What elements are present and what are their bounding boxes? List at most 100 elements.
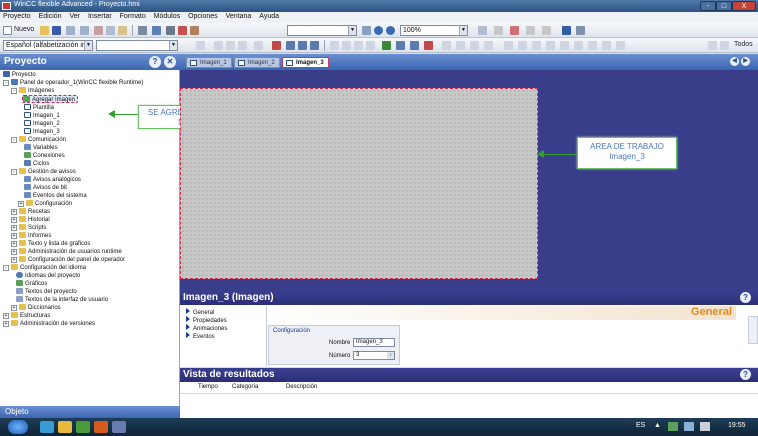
spin-arrows-icon[interactable]: ↕ — [387, 352, 394, 359]
tree-item-config-idioma[interactable]: - Configuración del idioma — [3, 264, 86, 272]
column-tiempo[interactable]: Tiempo — [198, 384, 218, 390]
same-size-icon[interactable] — [484, 41, 493, 50]
help-icon[interactable]: ? — [740, 292, 751, 303]
new-icon[interactable] — [3, 26, 12, 35]
distribute-icon[interactable] — [456, 41, 465, 50]
category-animaciones[interactable]: Animaciones — [186, 324, 227, 332]
tree-item-textos-proyecto[interactable]: Textos del proyecto — [16, 288, 77, 296]
strikethrough-icon[interactable] — [254, 41, 263, 50]
tree-item-root[interactable]: Proyecto — [3, 71, 36, 79]
name-field[interactable]: Imagen_3 — [353, 338, 395, 347]
network-icon[interactable] — [684, 422, 694, 431]
language-indicator[interactable]: ES — [636, 422, 645, 429]
taskbar-folder-icon[interactable] — [58, 421, 72, 433]
expand-icon[interactable]: + — [3, 321, 9, 327]
layer-icon[interactable] — [478, 26, 487, 35]
tree-item-imagenes[interactable]: - Imágenes — [11, 87, 54, 95]
help-icon[interactable]: ? — [740, 369, 751, 380]
whats-this-icon[interactable] — [576, 26, 585, 35]
tab-imagen-2[interactable]: Imagen_2 — [234, 57, 280, 68]
tree-item-texto-graficos[interactable]: + Texto y lista de gráficos — [11, 240, 90, 248]
copy-icon[interactable] — [106, 26, 115, 35]
new-button[interactable]: Nuevo — [14, 25, 34, 35]
collapse-icon[interactable]: - — [11, 88, 17, 94]
number-stepper[interactable]: 3 ↕ — [353, 351, 395, 360]
grid-icon[interactable] — [574, 41, 583, 50]
collapse-icon[interactable]: - — [3, 265, 9, 271]
tree-item-recetas[interactable]: + Recetas — [11, 208, 50, 216]
tree-item-scripts[interactable]: + Scripts — [11, 224, 46, 232]
taskbar-app-icon[interactable] — [94, 421, 108, 433]
language-combo[interactable]: Español (alfabetización in... ▼ — [3, 40, 93, 51]
fill-color-icon[interactable] — [510, 26, 519, 35]
tree-item-configuracion[interactable]: + Configuración — [18, 200, 72, 208]
zoom-fit-icon[interactable] — [362, 26, 371, 35]
undo-icon[interactable] — [66, 26, 75, 35]
save-icon[interactable] — [52, 26, 61, 35]
tree-item-operator-panel[interactable]: - Panel de operador_1(WinCC flexible Runt… — [3, 79, 143, 87]
pen-icon[interactable] — [494, 26, 503, 35]
taskbar-wincc-icon[interactable] — [112, 421, 126, 433]
tree-item-imagen-1[interactable]: Imagen_1 — [24, 112, 60, 120]
tree-item-idiomas-proyecto[interactable]: Idiomas del proyecto — [16, 272, 80, 280]
ungroup-icon[interactable] — [342, 41, 351, 50]
line-style-icon[interactable] — [526, 26, 535, 35]
tree-item-config-panel[interactable]: + Configuración del panel de operador — [11, 256, 125, 264]
align-center-icon[interactable] — [286, 41, 295, 50]
menu-proyecto[interactable]: Proyecto — [0, 12, 34, 20]
zoom-in-icon[interactable] — [374, 26, 383, 35]
tree-item-conexiones[interactable]: Conexiones — [24, 152, 65, 160]
group-icon[interactable] — [330, 41, 339, 50]
menu-opciones[interactable]: Opciones — [185, 12, 221, 20]
expand-icon[interactable]: + — [11, 217, 17, 223]
taskbar-app-icon[interactable] — [40, 421, 54, 433]
frame-icon[interactable] — [602, 41, 611, 50]
close-button[interactable]: X — [732, 1, 756, 11]
font-size-icon[interactable] — [196, 41, 205, 50]
help-icon[interactable]: ? — [149, 56, 161, 68]
collapse-icon[interactable]: - — [11, 137, 17, 143]
todos-label[interactable]: Todos — [734, 40, 753, 50]
column-descripcion[interactable]: Descripción — [286, 384, 317, 390]
runtime-icon[interactable] — [178, 26, 187, 35]
maximize-button[interactable]: □ — [716, 1, 732, 11]
font-combo[interactable]: ▼ — [287, 25, 357, 36]
expand-icon[interactable]: + — [11, 305, 17, 311]
menu-ver[interactable]: Ver — [67, 12, 84, 20]
expand-icon[interactable]: + — [11, 257, 17, 263]
align-bottom-icon[interactable] — [532, 41, 541, 50]
expand-icon[interactable]: + — [3, 313, 9, 319]
tray-arrow-icon[interactable]: ▲ — [654, 422, 661, 429]
tree-item-imagen-3[interactable]: Imagen_3 — [24, 128, 60, 136]
flag-icon[interactable] — [668, 422, 678, 431]
italic-icon[interactable] — [226, 41, 235, 50]
underline-icon[interactable] — [238, 41, 247, 50]
tree-item-avisos-bit[interactable]: Avisos de bit — [24, 184, 67, 192]
tab-imagen-3[interactable]: Imagen_3 — [282, 57, 329, 68]
cut-icon[interactable] — [94, 26, 103, 35]
justify-icon[interactable] — [310, 41, 319, 50]
tree-item-comunicacion[interactable]: - Comunicación — [11, 136, 66, 144]
expand-icon[interactable]: + — [18, 201, 24, 207]
library-icon[interactable] — [410, 41, 419, 50]
category-propiedades[interactable]: Propiedades — [186, 316, 227, 324]
expand-icon[interactable]: + — [11, 241, 17, 247]
border-icon[interactable] — [616, 41, 625, 50]
column-categoria[interactable]: Categoría — [232, 384, 258, 390]
tree-item-eventos-sistema[interactable]: Eventos del sistema — [24, 192, 87, 200]
check-icon[interactable] — [382, 41, 391, 50]
expand-icon[interactable]: + — [11, 209, 17, 215]
scroll-right-icon[interactable]: ▶ — [741, 57, 750, 66]
bold-icon[interactable] — [214, 41, 223, 50]
menu-ayuda[interactable]: Ayuda — [256, 12, 282, 20]
volume-icon[interactable] — [700, 422, 710, 431]
redo-icon[interactable] — [80, 26, 89, 35]
help-icon[interactable] — [562, 26, 571, 35]
image-canvas[interactable] — [180, 88, 538, 279]
tree-item-estructuras[interactable]: + Estructuras — [3, 312, 50, 320]
spacing-icon[interactable] — [470, 41, 479, 50]
open-icon[interactable] — [40, 26, 49, 35]
menu-modulos[interactable]: Módulos — [151, 12, 183, 20]
align-top-icon[interactable] — [518, 41, 527, 50]
tree-item-imagen-2[interactable]: Imagen_2 — [24, 120, 60, 128]
